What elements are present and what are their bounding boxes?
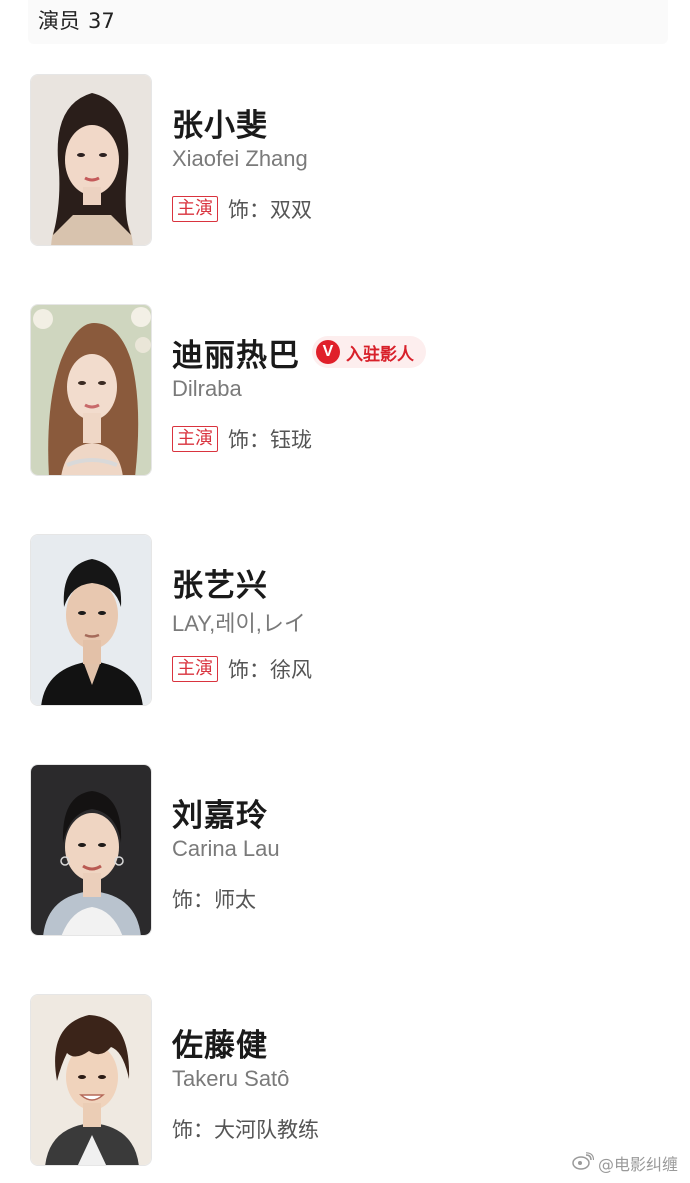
actor-alt-name: Xiaofei Zhang xyxy=(172,146,308,171)
role-name: 师太 xyxy=(214,888,256,912)
actor-name[interactable]: 迪丽热巴 xyxy=(172,330,300,375)
actor-name[interactable]: 刘嘉玲 xyxy=(172,790,268,835)
role-row: 主演 饰： 双双 xyxy=(172,194,312,224)
actor-alt-name: Takeru Satô xyxy=(172,1066,290,1091)
role-name: 徐风 xyxy=(270,658,312,682)
actor-name[interactable]: 佐藤健 xyxy=(172,1020,268,1065)
actor-photo[interactable] xyxy=(30,994,152,1166)
cast-item[interactable]: 张小斐 Xiaofei Zhang 主演 饰： 双双 xyxy=(30,74,660,246)
cast-header: 演员 37 xyxy=(28,0,668,44)
actor-alt-name: Carina Lau xyxy=(172,836,280,861)
role-row: 主演 饰： 钰珑 xyxy=(172,424,312,454)
cast-item[interactable]: 迪丽热巴 V 入驻影人 Dilraba 主演 饰： 钰珑 xyxy=(30,304,660,476)
role-prefix: 饰： xyxy=(228,198,270,222)
role-prefix: 饰： xyxy=(228,658,270,682)
watermark-text: @电影纠缠 xyxy=(597,1155,678,1174)
actor-alt-name: LAY,레이,レイ xyxy=(172,611,306,636)
cast-header-title: 演员 37 xyxy=(38,6,115,36)
role-prefix: 饰： xyxy=(228,428,270,452)
name-row: 迪丽热巴 V 入驻影人 xyxy=(172,330,426,374)
actor-photo[interactable] xyxy=(30,534,152,706)
role-row: 主演 饰： 徐风 xyxy=(172,654,312,684)
actor-alt-name: Dilraba xyxy=(172,376,242,401)
cast-item[interactable]: 张艺兴 LAY,레이,レイ 主演 饰： 徐风 xyxy=(30,534,660,706)
role-name: 大河队教练 xyxy=(214,1118,319,1142)
lead-role-tag: 主演 xyxy=(172,656,218,682)
name-row: 张艺兴 xyxy=(172,560,268,604)
lead-role-tag: 主演 xyxy=(172,426,218,452)
name-row: 刘嘉玲 xyxy=(172,790,268,834)
cast-item[interactable]: 刘嘉玲 Carina Lau 饰： 师太 xyxy=(30,764,660,936)
verified-label: 入驻影人 xyxy=(346,344,414,365)
name-row: 佐藤健 xyxy=(172,1020,268,1064)
role-prefix: 饰： xyxy=(172,1118,214,1142)
role-name: 钰珑 xyxy=(270,428,312,452)
role-name: 双双 xyxy=(270,198,312,222)
verified-badge[interactable]: V 入驻影人 xyxy=(312,336,426,368)
actor-name[interactable]: 张小斐 xyxy=(172,100,268,145)
cast-count: 37 xyxy=(88,9,115,33)
name-row: 张小斐 xyxy=(172,100,268,144)
role-row: 饰： 大河队教练 xyxy=(172,1114,319,1144)
cast-header-label: 演员 xyxy=(38,9,80,33)
verified-v-icon: V xyxy=(316,340,340,364)
weibo-icon xyxy=(572,1152,595,1174)
role-prefix: 饰： xyxy=(172,888,214,912)
watermark: @电影纠缠 xyxy=(572,1151,678,1175)
actor-name[interactable]: 张艺兴 xyxy=(172,560,268,605)
lead-role-tag: 主演 xyxy=(172,196,218,222)
cast-item[interactable]: 佐藤健 Takeru Satô 饰： 大河队教练 xyxy=(30,994,660,1166)
actor-photo[interactable] xyxy=(30,74,152,246)
actor-photo[interactable] xyxy=(30,304,152,476)
actor-photo[interactable] xyxy=(30,764,152,936)
role-row: 饰： 师太 xyxy=(172,884,256,914)
